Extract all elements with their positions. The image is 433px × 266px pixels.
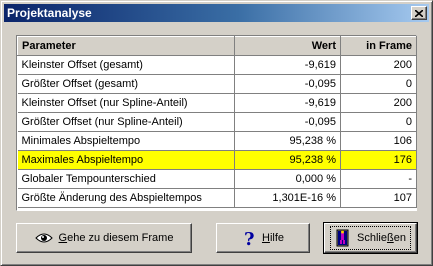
frame-cell: - [340,169,417,189]
frame-cell: 0 [340,74,417,94]
table-row[interactable]: Maximales Abspieltempo 95,238 % 176 [17,150,417,170]
param-cell: Kleinster Offset (nur Spline-Anteil) [17,93,235,113]
param-cell: Globaler Tempounterschied [17,169,235,189]
param-cell: Kleinster Offset (gesamt) [17,55,235,75]
close-icon [415,9,423,17]
svg-text:?: ? [244,229,255,247]
help-label: Hilfe [261,232,284,244]
frame-cell: 200 [340,55,417,75]
title-bar[interactable]: Projektanalyse [4,4,429,22]
frame-cell: 106 [340,131,417,151]
frame-cell: 0 [340,112,417,132]
frame-cell: 107 [340,188,417,208]
param-cell: Größte Änderung des Abspieltempos [17,188,235,208]
wert-cell: -0,095 [234,112,341,132]
table-row[interactable]: Globaler Tempounterschied 0,000 % - [17,169,417,189]
column-header-wert[interactable]: Wert [234,36,341,56]
close-label: Schließen [357,232,406,244]
table-row[interactable]: Größte Änderung des Abspieltempos 1,301E-… [17,188,417,208]
column-header-frame[interactable]: in Frame [340,36,417,56]
table-row[interactable]: Kleinster Offset (nur Spline-Anteil) -9,6… [17,93,417,113]
table-row[interactable]: Minimales Abspieltempo 95,238 % 106 [17,131,417,151]
table-row[interactable]: Größter Offset (gesamt) -0,095 0 [17,74,417,94]
table-header-row: Parameter Wert in Frame [17,36,417,56]
help-button[interactable]: ? Hilfe [216,223,310,253]
table-row[interactable]: Größter Offset (nur Spline-Anteil) -0,095… [17,112,417,132]
wert-cell: 1,301E-16 % [234,188,341,208]
wert-cell: 95,238 % [234,150,341,170]
param-cell: Maximales Abspieltempo [17,150,235,170]
goto-frame-button[interactable]: Gehe zu diesem Frame [16,223,192,253]
close-window-button[interactable] [411,6,427,20]
param-cell: Minimales Abspieltempo [17,131,235,151]
param-cell: Größter Offset (nur Spline-Anteil) [17,112,235,132]
wert-cell: 0,000 % [234,169,341,189]
frame-cell: 176 [340,150,417,170]
eye-icon [34,233,53,243]
param-cell: Größter Offset (gesamt) [17,74,235,94]
goto-frame-label: Gehe zu diesem Frame [58,232,174,244]
wert-cell: 95,238 % [234,131,341,151]
close-button[interactable]: Schließen [323,222,418,254]
column-header-parameter[interactable]: Parameter [17,36,235,56]
focus-indicator: Schließen [330,226,411,250]
wert-cell: -0,095 [234,74,341,94]
dialog-window: Projektanalyse Parameter Wert in Frame K… [0,0,433,266]
wert-cell: -9,619 [234,93,341,113]
table-row[interactable]: Kleinster Offset (gesamt) -9,619 200 [17,55,417,75]
window-title: Projektanalyse [7,6,92,20]
wert-cell: -9,619 [234,55,341,75]
exit-door-icon [336,229,349,247]
question-mark-icon: ? [244,229,255,247]
analysis-table: Parameter Wert in Frame Kleinster Offset… [17,36,417,208]
analysis-table-frame: Parameter Wert in Frame Kleinster Offset… [16,35,417,211]
frame-cell: 200 [340,93,417,113]
